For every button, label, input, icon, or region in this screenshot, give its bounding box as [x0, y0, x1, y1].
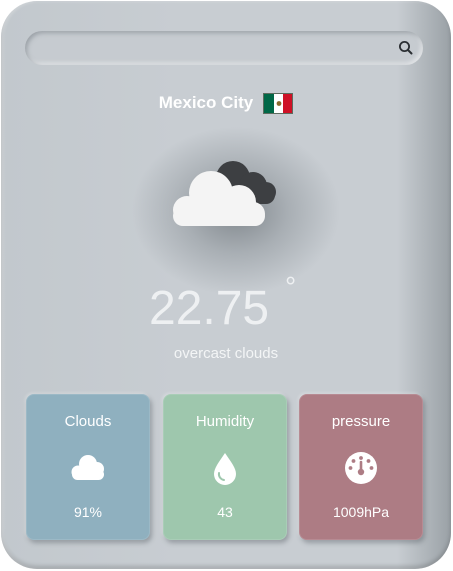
weather-description: overcast clouds [173, 345, 279, 362]
degree-symbol: ° [285, 271, 297, 302]
humidity-tile-title: Humidity [195, 413, 255, 430]
search-input[interactable] [37, 36, 391, 62]
clouds-tile-value: 91% [73, 504, 103, 520]
clouds-tile: Clouds 91% [26, 394, 150, 540]
pressure-tile-value: 1009hPa [332, 504, 390, 520]
pressure-tile-title: pressure [331, 413, 391, 430]
mexico-flag-icon [263, 92, 294, 114]
search-bar [25, 31, 423, 65]
temperature-value: 22.75 [149, 282, 270, 335]
water-drop-icon [205, 450, 245, 486]
overcast-clouds-icon [169, 156, 281, 231]
search-icon[interactable] [397, 39, 415, 57]
humidity-tile: Humidity 43 [163, 394, 287, 540]
city-name: Mexico City [158, 93, 254, 112]
gauge-icon [341, 450, 381, 486]
humidity-tile-value: 43 [217, 504, 233, 520]
pressure-tile: pressure 1009hPa [299, 394, 423, 540]
cloud-icon [68, 450, 108, 486]
location-row: Mexico City [1, 90, 451, 116]
clouds-tile-title: Clouds [64, 413, 112, 430]
weather-card: Mexico City 22.75 ° overcast clouds Clou… [1, 1, 451, 569]
